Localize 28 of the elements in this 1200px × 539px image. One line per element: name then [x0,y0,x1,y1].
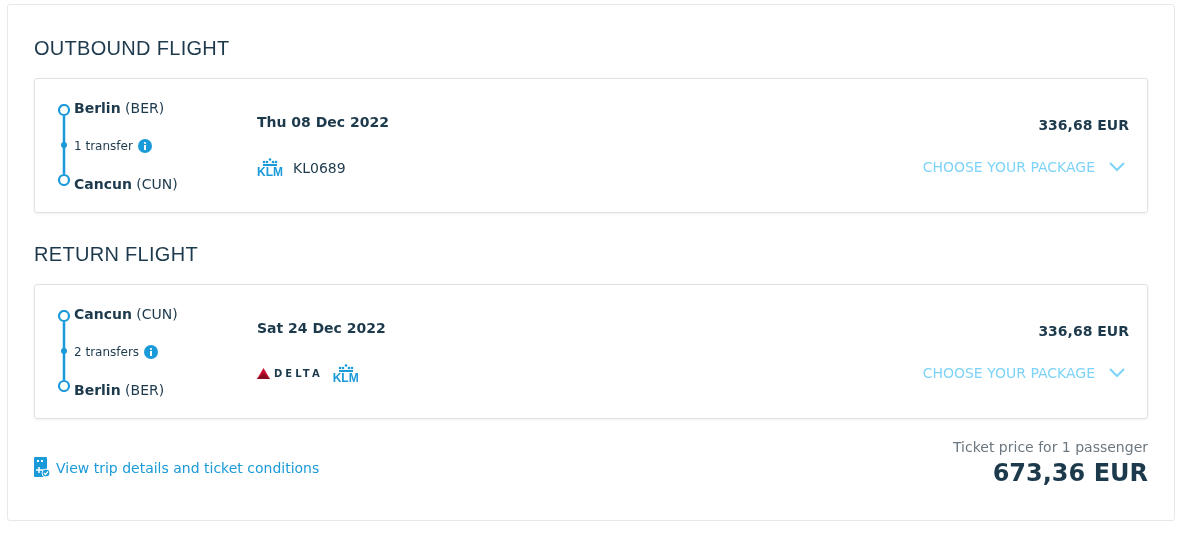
ticket-price-label: Ticket price for 1 passenger [953,439,1148,455]
airline-logo: DELTA [257,368,323,379]
flight-price: 336,68 EUR [1038,116,1129,133]
document-check-icon [34,457,50,479]
section-heading: RETURN FLIGHT [34,243,199,266]
flight-price: 336,68 EUR [1038,322,1129,339]
flight-date: Sat 24 Dec 2022 [257,319,387,336]
transfers-count: 2 transfers [74,344,140,359]
airline-logo: KLM [257,157,283,178]
section-heading: OUTBOUND FLIGHT [34,37,231,60]
chevron-down-icon [1109,367,1125,378]
route-line-icon [57,309,71,392]
route-line-icon [57,103,71,186]
transfers-count: 1 transfer [74,138,133,153]
departure-city: Cancun (CUN) [74,305,178,322]
flight-number: KL0689 [293,159,346,176]
info-icon[interactable] [144,344,159,359]
arrival-city: Berlin (BER) [74,381,166,398]
departure-city: Berlin (BER) [74,99,166,116]
trip-details-link[interactable]: View trip details and ticket conditions [34,457,320,479]
flight-date: Thu 08 Dec 2022 [257,113,390,130]
arrival-city: Cancun (CUN) [74,175,178,192]
airline-logo: KLM [332,363,359,384]
total-price: 673,36 EUR [992,459,1148,487]
chevron-down-icon [1109,161,1125,172]
choose-package-button[interactable]: CHOOSE YOUR PACKAGE [922,364,1129,381]
choose-package-button[interactable]: CHOOSE YOUR PACKAGE [922,158,1129,175]
info-icon[interactable] [137,138,152,153]
